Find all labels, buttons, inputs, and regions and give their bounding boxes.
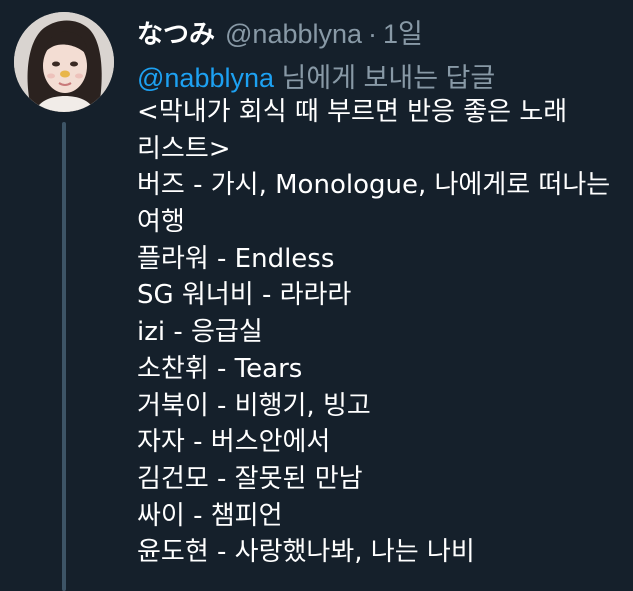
separator-dot: · xyxy=(368,19,378,49)
reply-to-suffix: 님에게 보내는 답글 xyxy=(274,63,496,93)
tweet-text-line: izi - 응급실 xyxy=(137,317,263,348)
tweet-text-line: 거북이 - 비행기, 빙고 xyxy=(137,390,371,421)
tweet-text-line: 자자 - 버스안에서 xyxy=(137,427,331,458)
tweet-text-line: 리스트> xyxy=(137,133,231,164)
tweet-text-line: 플라워 - Endless xyxy=(137,243,335,274)
tweet-text-line: <막내가 회식 때 부르면 반응 좋은 노래 xyxy=(137,97,568,127)
timestamp[interactable]: 1일 xyxy=(383,12,423,51)
avatar[interactable] xyxy=(14,12,114,112)
tweet-text-line: 윤도현 - 사랑했나봐, 나는 나비 xyxy=(137,537,475,568)
reply-mention-link[interactable]: @nabblyna xyxy=(137,63,274,93)
avatar-image xyxy=(14,12,114,112)
display-name[interactable]: なつみ xyxy=(137,14,215,51)
tweet-text-line: 버즈 - 가시, Monologue, 나에게로 떠나는 xyxy=(137,170,611,201)
user-handle[interactable]: @nabblyna xyxy=(225,19,362,50)
tweet-text-line: 김건모 - 잘못된 만남 xyxy=(137,463,363,494)
replying-to: @nabblyna 님에게 보내는 답글 xyxy=(137,56,495,95)
reply-tweet[interactable]: なつみ @nabblyna · 1일 @nabblyna 님에게 보내는 답글 … xyxy=(0,0,633,591)
tweet-text-line: 소찬휘 - Tears xyxy=(137,353,303,384)
tweet-header: なつみ @nabblyna · 1일 xyxy=(137,12,423,52)
thread-line xyxy=(62,122,66,591)
tweet-text-line: SG 워너비 - 라라라 xyxy=(137,280,352,311)
tweet-text-line: 싸이 - 챔피언 xyxy=(137,500,283,531)
tweet-text: <막내가 회식 때 부르면 반응 좋은 노래 리스트> 버즈 - 가시, Mon… xyxy=(137,94,629,571)
tweet-text-line: 여행 xyxy=(137,207,185,238)
